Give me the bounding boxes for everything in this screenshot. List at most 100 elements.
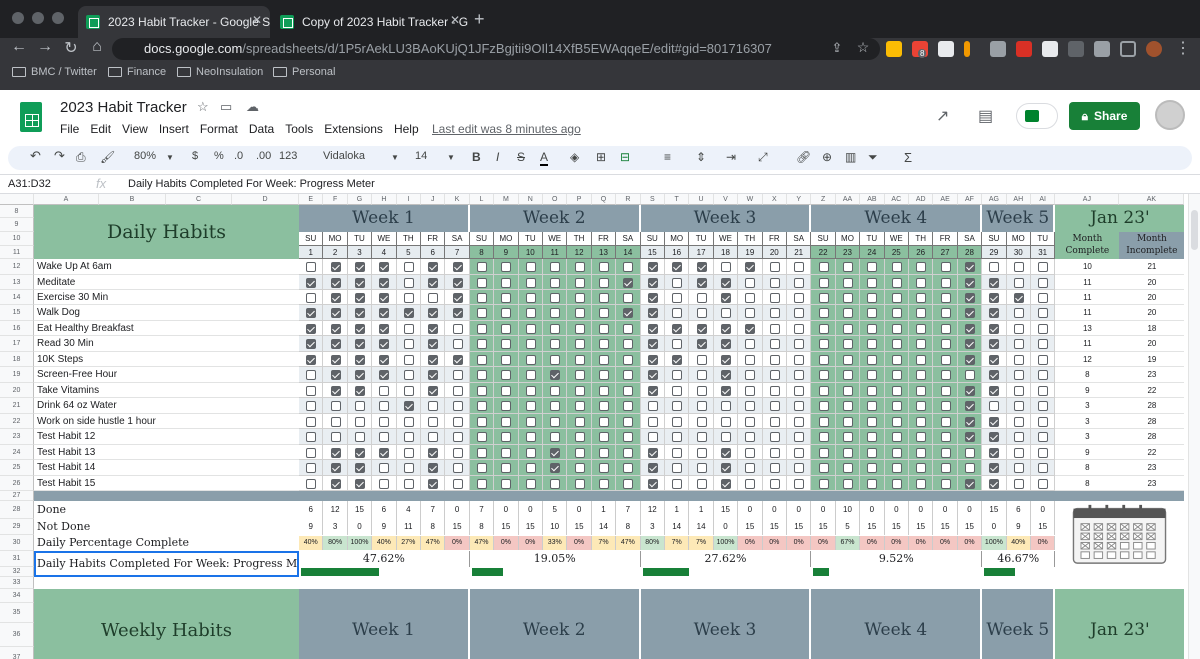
habit-checkbox[interactable] [891, 262, 902, 272]
habit-checkbox[interactable] [745, 447, 756, 458]
habit-checkbox[interactable] [598, 401, 609, 411]
habit-checkbox[interactable] [306, 277, 317, 288]
habit-checkbox[interactable] [769, 447, 780, 458]
habit-checkbox[interactable] [794, 308, 805, 318]
habit-checkbox[interactable] [623, 370, 634, 380]
font-family-select[interactable]: Vidaloka [323, 150, 365, 162]
row-header[interactable]: 15 [0, 305, 34, 321]
habit-checkbox[interactable] [403, 339, 414, 349]
habit-checkbox[interactable] [354, 370, 365, 380]
habit-checkbox[interactable] [476, 463, 487, 473]
habit-checkbox[interactable] [672, 370, 683, 380]
habit-checkbox[interactable] [330, 401, 341, 411]
habit-checkbox[interactable] [403, 463, 414, 473]
habit-checkbox[interactable] [550, 292, 561, 303]
row-header[interactable]: 25 [0, 460, 34, 476]
habit-checkbox[interactable] [916, 262, 927, 272]
habit-checkbox[interactable] [794, 432, 805, 442]
habit-checkbox[interactable] [989, 370, 1000, 380]
row-header[interactable]: 27 [0, 491, 34, 501]
share-page-icon[interactable]: ⇪ [826, 40, 848, 56]
habit-checkbox[interactable] [574, 323, 585, 334]
habit-checkbox[interactable] [916, 292, 927, 303]
habit-checkbox[interactable] [403, 385, 414, 396]
row-header[interactable]: 19 [0, 367, 34, 383]
habit-checkbox[interactable] [403, 478, 414, 489]
column-header[interactable]: AD [909, 194, 934, 205]
habit-checkbox[interactable] [306, 385, 317, 396]
habit-checkbox[interactable] [842, 354, 853, 365]
habit-checkbox[interactable] [672, 339, 683, 349]
habit-checkbox[interactable] [916, 354, 927, 365]
habit-checkbox[interactable] [1013, 262, 1024, 272]
habit-checkbox[interactable] [818, 416, 829, 427]
column-header[interactable]: U [689, 194, 714, 205]
habit-checkbox[interactable] [525, 354, 536, 365]
habit-checkbox[interactable] [354, 323, 365, 334]
habit-checkbox[interactable] [476, 432, 487, 442]
extension-icon[interactable] [964, 41, 970, 57]
habit-checkbox[interactable] [403, 432, 414, 442]
habit-checkbox[interactable] [550, 277, 561, 288]
habit-checkbox[interactable] [623, 447, 634, 458]
habit-checkbox[interactable] [696, 308, 707, 318]
habit-checkbox[interactable] [647, 339, 658, 349]
column-header[interactable]: A [34, 194, 99, 205]
habit-checkbox[interactable] [354, 354, 365, 365]
habit-checkbox[interactable] [476, 262, 487, 272]
column-header[interactable]: I [396, 194, 421, 205]
habit-checkbox[interactable] [574, 262, 585, 272]
habit-checkbox[interactable] [428, 354, 439, 365]
habit-checkbox[interactable] [550, 339, 561, 349]
habit-checkbox[interactable] [379, 463, 390, 473]
row-header[interactable]: 17 [0, 336, 34, 352]
habit-checkbox[interactable] [867, 308, 878, 318]
habit-checkbox[interactable] [940, 339, 951, 349]
habit-checkbox[interactable] [476, 401, 487, 411]
habit-checkbox[interactable] [452, 463, 463, 473]
habit-checkbox[interactable] [794, 292, 805, 303]
habit-checkbox[interactable] [476, 370, 487, 380]
habit-checkbox[interactable] [940, 416, 951, 427]
habit-checkbox[interactable] [891, 308, 902, 318]
row-header[interactable]: 9 [0, 218, 34, 232]
habit-checkbox[interactable] [867, 339, 878, 349]
habit-checkbox[interactable] [501, 370, 512, 380]
habit-checkbox[interactable] [598, 308, 609, 318]
column-header[interactable]: M [494, 194, 519, 205]
bookmark-bmc-twitter[interactable]: BMC / Twitter [12, 66, 97, 78]
habit-checkbox[interactable] [501, 447, 512, 458]
notion-extension-icon[interactable] [938, 41, 954, 57]
habit-checkbox[interactable] [403, 292, 414, 303]
habit-checkbox[interactable] [1038, 308, 1049, 318]
habit-checkbox[interactable] [428, 478, 439, 489]
habit-checkbox[interactable] [1038, 401, 1049, 411]
column-header[interactable]: K [445, 194, 470, 205]
habit-checkbox[interactable] [623, 432, 634, 442]
extension-icon[interactable] [1016, 41, 1032, 57]
habit-checkbox[interactable] [696, 292, 707, 303]
habit-checkbox[interactable] [696, 262, 707, 272]
habit-checkbox[interactable] [647, 370, 658, 380]
habit-checkbox[interactable] [598, 478, 609, 489]
row-header[interactable]: 11 [0, 246, 34, 259]
habit-checkbox[interactable] [940, 463, 951, 473]
habit-checkbox[interactable] [818, 323, 829, 334]
habit-checkbox[interactable] [598, 370, 609, 380]
habit-checkbox[interactable] [818, 478, 829, 489]
habit-checkbox[interactable] [525, 385, 536, 396]
habit-checkbox[interactable] [842, 401, 853, 411]
habit-checkbox[interactable] [769, 401, 780, 411]
habit-checkbox[interactable] [476, 323, 487, 334]
meet-button[interactable] [1016, 103, 1058, 129]
vertical-scrollbar[interactable] [1188, 194, 1200, 659]
habit-checkbox[interactable] [989, 292, 1000, 303]
habit-checkbox[interactable] [330, 463, 341, 473]
habit-checkbox[interactable] [1038, 354, 1049, 365]
habit-checkbox[interactable] [720, 292, 731, 303]
browser-menu-icon[interactable]: ⋮ [1172, 38, 1194, 58]
habit-checkbox[interactable] [769, 308, 780, 318]
column-header[interactable]: P [567, 194, 592, 205]
habit-checkbox[interactable] [525, 401, 536, 411]
habit-checkbox[interactable] [379, 478, 390, 489]
